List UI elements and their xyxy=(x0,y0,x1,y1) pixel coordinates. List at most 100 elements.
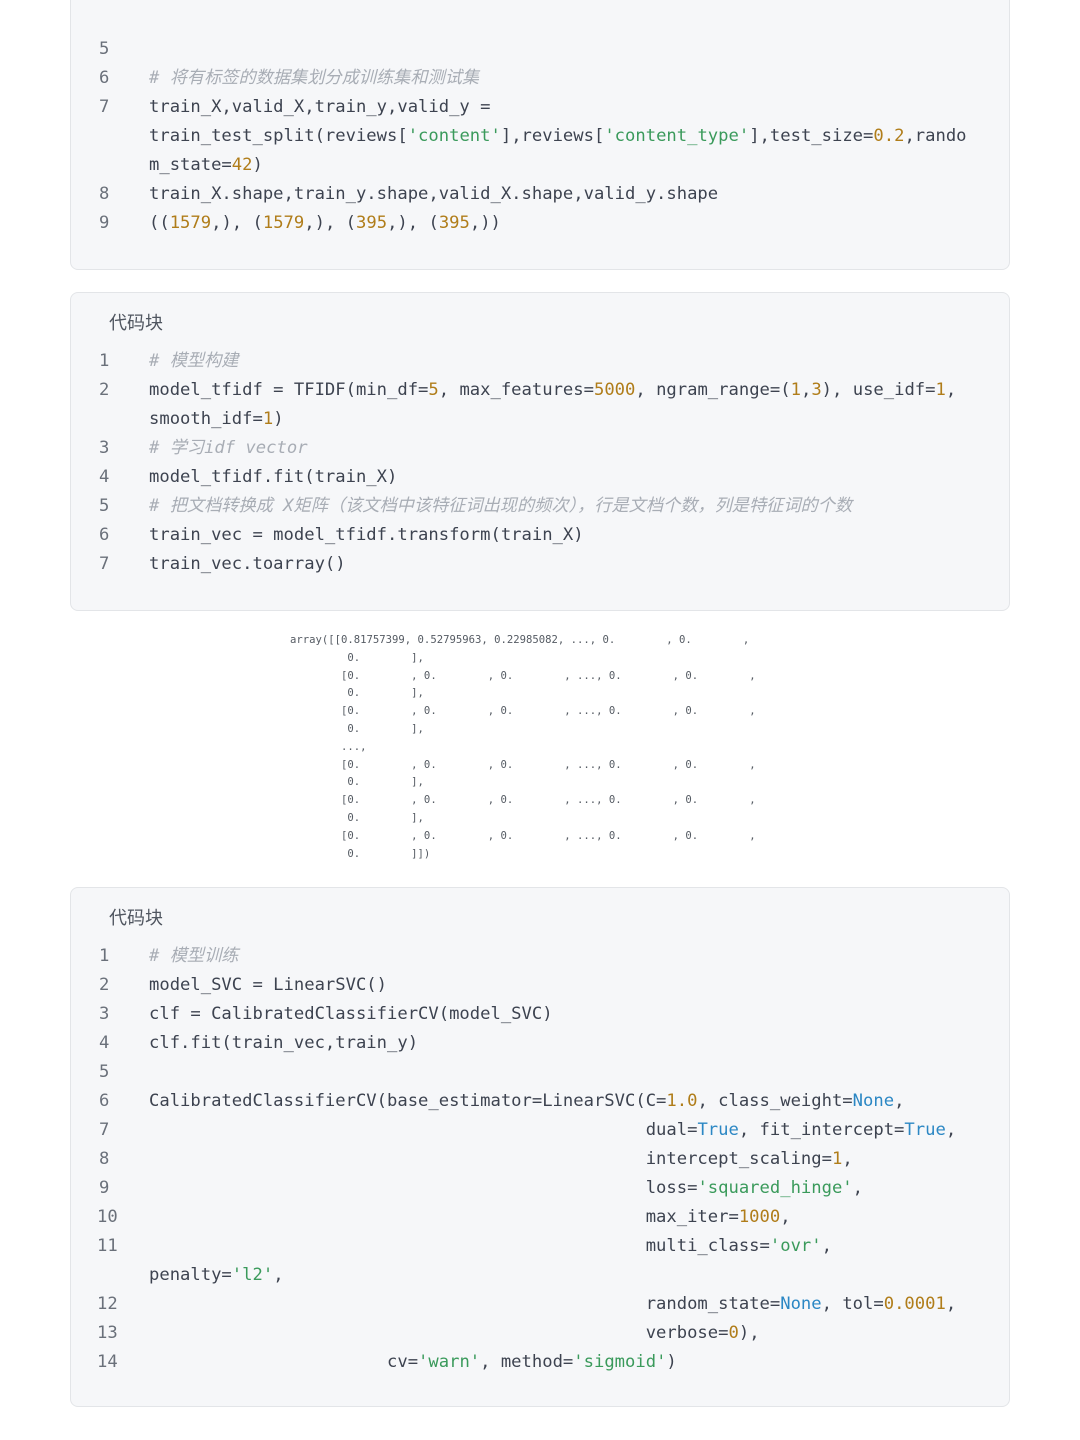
code-token: ,), ( xyxy=(304,213,357,233)
code-text: train_X.shape,train_y.shape,valid_X.shap… xyxy=(149,180,1009,209)
code-token: , ngram_range=( xyxy=(635,380,791,400)
code-token: , fit_intercept= xyxy=(738,1120,905,1140)
code-token: , xyxy=(780,1207,791,1227)
code-line: 8 train_X.shape,train_y.shape,valid_X.sha… xyxy=(71,180,1009,209)
code-token: smooth_idf= xyxy=(149,409,263,429)
code-token: 1 xyxy=(262,409,274,429)
line-number: 6 xyxy=(99,1091,110,1111)
code-line: 10 max_iter=1000, xyxy=(71,1203,1009,1232)
code-line: 4 model_tfidf.fit(train_X) xyxy=(71,463,1009,492)
code-token: model_tfidf.fit(train_X) xyxy=(149,467,398,487)
line-number: 1 xyxy=(99,351,110,371)
line-number: 8 xyxy=(99,184,110,204)
code-text: # 模型训练 xyxy=(149,942,1009,971)
code-token: 5000 xyxy=(593,380,636,400)
line-number: 7 xyxy=(99,1120,110,1140)
code-block-split: 5 6 # 将有标签的数据集划分成训练集和测试集 7 train_X,valid_X,t… xyxy=(70,0,1010,270)
code-token: ,rando xyxy=(904,126,967,146)
line-number: 11 xyxy=(97,1236,118,1256)
code-line: penalty='l2', xyxy=(71,1261,1009,1290)
code-token: , xyxy=(945,1294,957,1314)
code-token: train_vec = model_tfidf.transform(train_… xyxy=(149,525,584,545)
line-number: 10 xyxy=(97,1207,118,1227)
line-number: 13 xyxy=(97,1323,118,1343)
line-number: 1 xyxy=(99,946,110,966)
code-text: clf.fit(train_vec,train_y) xyxy=(149,1029,1009,1058)
code-text: # 模型构建 xyxy=(149,347,1009,376)
code-text: smooth_idf=1) xyxy=(149,405,1009,434)
line-number: 3 xyxy=(99,438,110,458)
code-text: penalty='l2', xyxy=(149,1261,1009,1290)
code-token: 'warn' xyxy=(418,1352,481,1372)
code-text: clf = CalibratedClassifierCV(model_SVC) xyxy=(149,1000,1009,1029)
code-line: 13 verbose=0), xyxy=(71,1319,1009,1348)
code-text: train_vec.toarray() xyxy=(149,550,1009,579)
code-text: m_state=42) xyxy=(149,151,1009,180)
code-text: model_tfidf = TFIDF(min_df=5, max_featur… xyxy=(149,376,1009,405)
line-number: 6 xyxy=(99,525,110,545)
code-text: train_test_split(reviews['content'],revi… xyxy=(149,122,1009,151)
code-token: random_state= xyxy=(149,1294,781,1314)
code-line: 2 model_SVC = LinearSVC() xyxy=(71,971,1009,1000)
line-number: 5 xyxy=(99,1062,110,1082)
code-line: m_state=42) xyxy=(71,151,1009,180)
code-token: , method= xyxy=(480,1352,574,1372)
code-line: 6 # 将有标签的数据集划分成训练集和测试集 xyxy=(71,64,1009,93)
code-text: random_state=None, tol=0.0001, xyxy=(149,1290,1009,1319)
code-token: , xyxy=(852,1178,864,1198)
array-output: array([[0.81757399, 0.52795963, 0.229850… xyxy=(290,634,756,860)
code-token: , xyxy=(945,1120,957,1140)
code-comment: # 学习idf vector xyxy=(149,438,308,458)
code-line: 7 train_vec.toarray() xyxy=(71,550,1009,579)
code-token: 1.0 xyxy=(666,1091,698,1111)
code-token: , xyxy=(842,1149,853,1169)
code-lines: 5 6 # 将有标签的数据集划分成训练集和测试集 7 train_X,valid_X,t… xyxy=(71,35,1009,238)
code-token: 5 xyxy=(428,380,439,400)
code-block-train: 代码块 1 # 模型训练 2 model_SVC = LinearSVC() 3 clf … xyxy=(70,887,1010,1407)
code-line: 9 ((1579,), (1579,), (395,), (395,)) xyxy=(71,209,1009,238)
code-text: train_vec = model_tfidf.transform(train_… xyxy=(149,521,1009,550)
line-number: 8 xyxy=(99,1149,110,1169)
line-number: 5 xyxy=(99,39,110,59)
code-line: smooth_idf=1) xyxy=(71,405,1009,434)
code-line: 6 train_vec = model_tfidf.transform(train… xyxy=(71,521,1009,550)
code-comment: # 把文档转换成 X矩阵（该文档中该特征词出现的频次），行是文档个数，列是特征词… xyxy=(149,496,853,516)
code-token: ,)) xyxy=(469,213,501,233)
code-block-title: 代码块 xyxy=(109,908,163,929)
line-number: 3 xyxy=(99,1004,110,1024)
code-text: max_iter=1000, xyxy=(149,1203,1009,1232)
code-token: clf.fit(train_vec,train_y) xyxy=(149,1033,419,1053)
line-number: 9 xyxy=(99,1178,110,1198)
code-text: dual=True, fit_intercept=True, xyxy=(149,1116,1009,1145)
code-token: ), use_idf= xyxy=(821,380,936,400)
code-token: True xyxy=(904,1120,946,1140)
code-token: 'sigmoid' xyxy=(573,1352,667,1372)
line-number: 7 xyxy=(99,97,110,117)
code-block-title: 代码块 xyxy=(109,313,163,334)
code-token: 0.2 xyxy=(873,126,905,146)
code-text: multi_class='ovr', xyxy=(149,1232,1009,1261)
code-line: 1 # 模型训练 xyxy=(71,942,1009,971)
code-token: 'content_type' xyxy=(604,126,750,146)
code-token: 1 xyxy=(935,380,946,400)
code-line: 11 multi_class='ovr', xyxy=(71,1232,1009,1261)
code-line: 12 random_state=None, tol=0.0001, xyxy=(71,1290,1009,1319)
code-token: ) xyxy=(666,1352,677,1372)
code-token: train_test_split(reviews[ xyxy=(149,126,408,146)
code-line: 1 # 模型构建 xyxy=(71,347,1009,376)
code-token: 'content' xyxy=(407,126,501,146)
code-token: ), xyxy=(738,1323,760,1343)
code-text: # 学习idf vector xyxy=(149,434,1009,463)
code-text: model_SVC = LinearSVC() xyxy=(149,971,1009,1000)
code-token: train_X.shape,train_y.shape,valid_X.shap… xyxy=(149,184,719,204)
code-text: CalibratedClassifierCV(base_estimator=Li… xyxy=(149,1087,1009,1116)
code-token: model_tfidf = TFIDF(min_df= xyxy=(149,380,429,400)
code-token: 395 xyxy=(356,213,388,233)
code-token: verbose= xyxy=(149,1323,729,1343)
code-token: ) xyxy=(252,155,263,175)
line-number: 2 xyxy=(99,380,110,400)
code-token: penalty= xyxy=(149,1265,232,1285)
line-number: 12 xyxy=(97,1294,118,1314)
line-number xyxy=(71,122,149,151)
